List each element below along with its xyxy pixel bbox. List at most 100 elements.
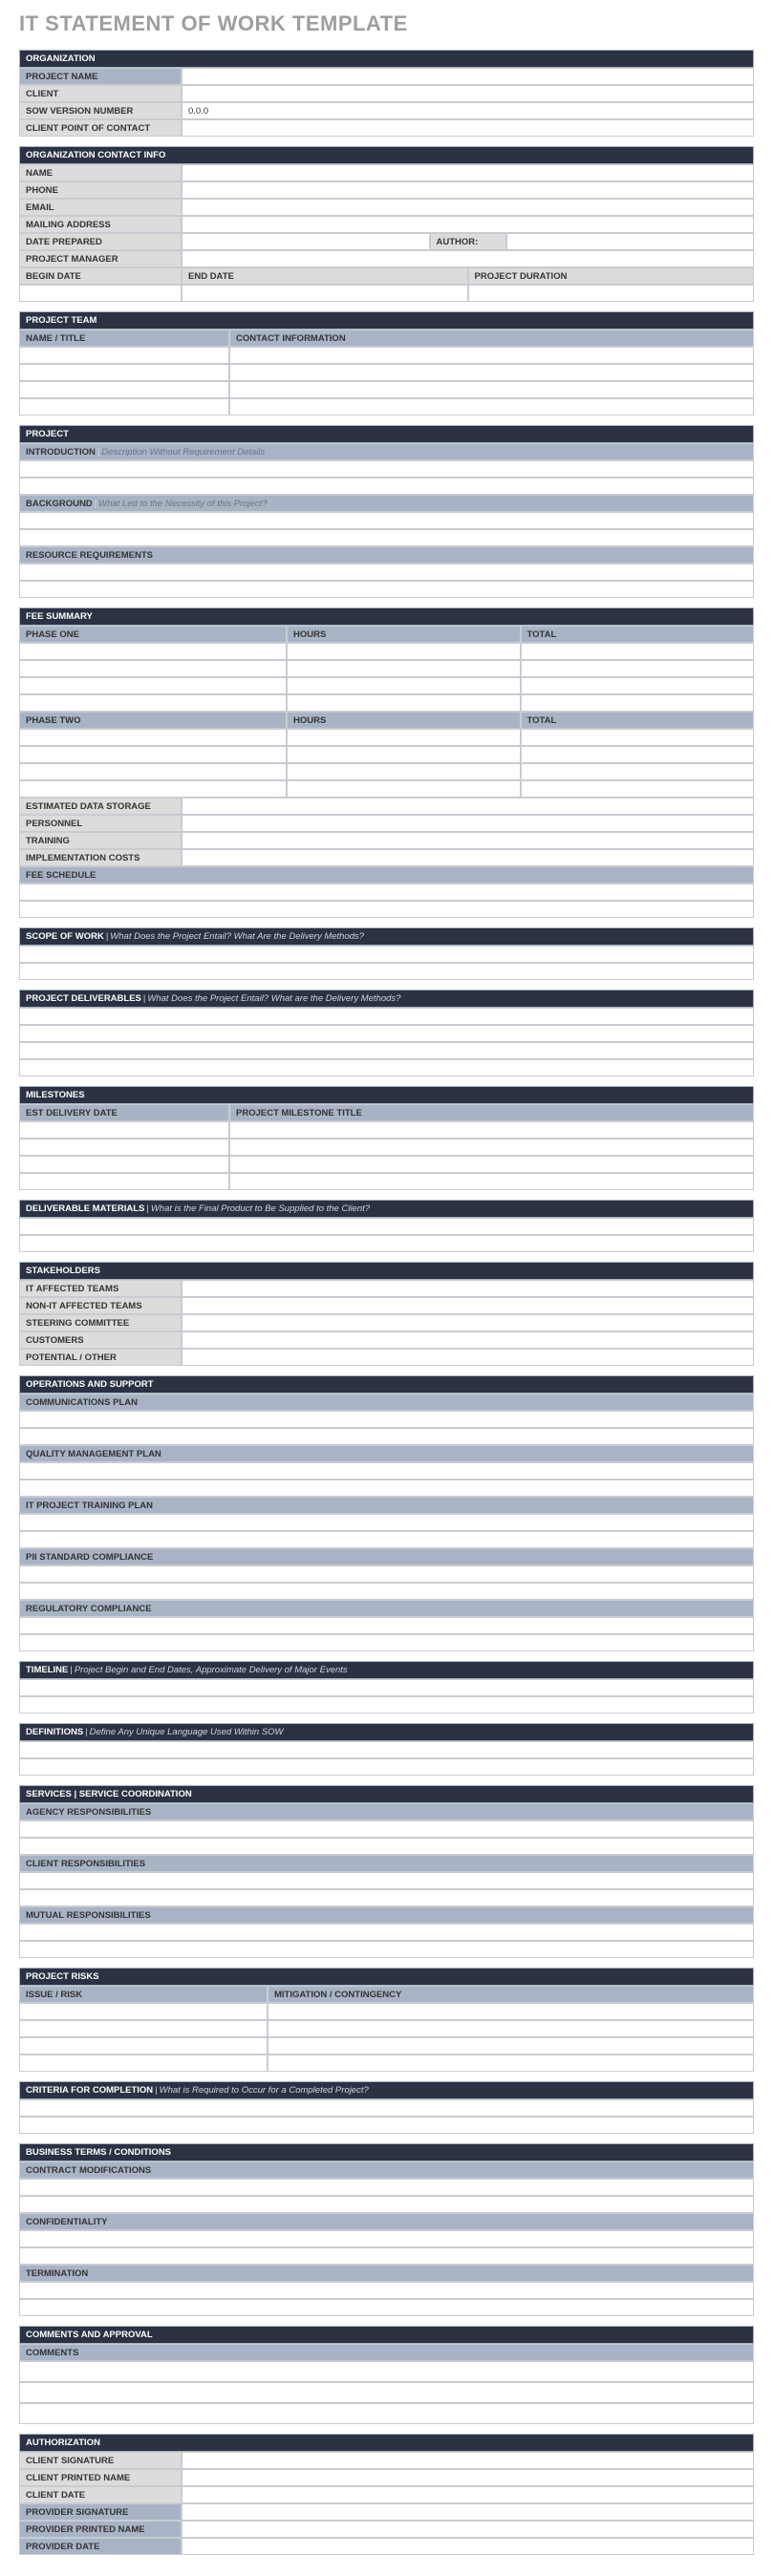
field-definitions[interactable] — [19, 1741, 754, 1758]
field-training[interactable] — [182, 832, 754, 849]
field-storage[interactable] — [182, 798, 754, 815]
table-row[interactable] — [19, 347, 229, 364]
field-timeline[interactable] — [19, 1696, 754, 1714]
table-row[interactable] — [19, 2054, 268, 2072]
field-introduction[interactable] — [19, 460, 754, 478]
field-agency-resp[interactable] — [19, 1820, 754, 1838]
table-row[interactable] — [287, 660, 521, 677]
table-row[interactable] — [521, 729, 755, 746]
table-row[interactable] — [287, 746, 521, 763]
table-row[interactable] — [19, 660, 287, 677]
field-comm-plan[interactable] — [19, 1411, 754, 1428]
field-date-prepared[interactable] — [182, 233, 430, 250]
table-row[interactable] — [19, 2020, 268, 2037]
field-quality-plan[interactable] — [19, 1480, 754, 1497]
field-introduction[interactable] — [19, 478, 754, 495]
table-row[interactable] — [229, 398, 754, 415]
field-deliverables[interactable] — [19, 1025, 754, 1042]
field-comments[interactable] — [19, 2403, 754, 2424]
field-background[interactable] — [19, 512, 754, 529]
field-definitions[interactable] — [19, 1758, 754, 1776]
table-row[interactable] — [268, 2003, 754, 2020]
table-row[interactable] — [521, 677, 755, 694]
field-client-resp[interactable] — [19, 1889, 754, 1906]
field-pm[interactable] — [182, 250, 754, 267]
table-row[interactable] — [229, 1121, 754, 1139]
table-row[interactable] — [19, 1121, 229, 1139]
field-mutual-resp[interactable] — [19, 1941, 754, 1958]
field-termination[interactable] — [19, 2282, 754, 2299]
table-row[interactable] — [229, 381, 754, 398]
table-row[interactable] — [287, 763, 521, 780]
field-reg[interactable] — [19, 1617, 754, 1634]
field-provider-date[interactable] — [182, 2538, 754, 2555]
table-row[interactable] — [19, 381, 229, 398]
field-comm-plan[interactable] — [19, 1428, 754, 1445]
field-reg[interactable] — [19, 1634, 754, 1651]
table-row[interactable] — [19, 2037, 268, 2054]
field-deliv-mat[interactable] — [19, 1235, 754, 1252]
field-confidentiality[interactable] — [19, 2247, 754, 2265]
table-row[interactable] — [287, 643, 521, 660]
table-row[interactable] — [268, 2037, 754, 2054]
field-agency-resp[interactable] — [19, 1838, 754, 1855]
field-deliverables[interactable] — [19, 1008, 754, 1025]
field-confidentiality[interactable] — [19, 2230, 754, 2247]
field-mutual-resp[interactable] — [19, 1924, 754, 1941]
field-project-name[interactable] — [182, 68, 754, 85]
field-it-training-plan[interactable] — [19, 1531, 754, 1548]
field-client-printed[interactable] — [182, 2469, 754, 2486]
table-row[interactable] — [268, 2020, 754, 2037]
field-mailing[interactable] — [182, 216, 754, 233]
table-row[interactable] — [19, 1173, 229, 1190]
field-client-signature[interactable] — [182, 2452, 754, 2469]
table-row[interactable] — [521, 746, 755, 763]
field-comments[interactable] — [19, 2361, 754, 2382]
field-provider-printed[interactable] — [182, 2521, 754, 2538]
field-termination[interactable] — [19, 2299, 754, 2316]
table-row[interactable] — [521, 694, 755, 712]
field-customers[interactable] — [182, 1331, 754, 1349]
table-row[interactable] — [19, 780, 287, 798]
field-steering[interactable] — [182, 1314, 754, 1331]
table-row[interactable] — [19, 398, 229, 415]
field-quality-plan[interactable] — [19, 1462, 754, 1480]
field-sow-version[interactable]: 0.0.0 — [182, 102, 754, 119]
field-deliv-mat[interactable] — [19, 1218, 754, 1235]
field-fee-schedule[interactable] — [19, 901, 754, 918]
field-impl-costs[interactable] — [182, 849, 754, 866]
field-it-training-plan[interactable] — [19, 1514, 754, 1531]
table-row[interactable] — [229, 1156, 754, 1173]
table-row[interactable] — [19, 746, 287, 763]
table-row[interactable] — [287, 780, 521, 798]
table-row[interactable] — [521, 763, 755, 780]
table-row[interactable] — [19, 694, 287, 712]
table-row[interactable] — [19, 364, 229, 381]
field-poc[interactable] — [182, 119, 754, 137]
field-phone[interactable] — [182, 181, 754, 199]
table-row[interactable] — [229, 1173, 754, 1190]
table-row[interactable] — [19, 763, 287, 780]
field-it-teams[interactable] — [182, 1280, 754, 1297]
field-provider-signature[interactable] — [182, 2503, 754, 2521]
field-contract-mod[interactable] — [19, 2179, 754, 2196]
field-duration[interactable] — [468, 285, 755, 302]
field-email[interactable] — [182, 199, 754, 216]
table-row[interactable] — [268, 2054, 754, 2072]
field-client-resp[interactable] — [19, 1872, 754, 1889]
field-name[interactable] — [182, 164, 754, 181]
table-row[interactable] — [521, 643, 755, 660]
field-begin-date[interactable] — [19, 285, 182, 302]
table-row[interactable] — [287, 677, 521, 694]
field-criteria[interactable] — [19, 2117, 754, 2134]
table-row[interactable] — [229, 364, 754, 381]
field-criteria[interactable] — [19, 2099, 754, 2117]
field-nonit-teams[interactable] — [182, 1297, 754, 1314]
field-potential[interactable] — [182, 1349, 754, 1366]
table-row[interactable] — [19, 643, 287, 660]
field-background[interactable] — [19, 529, 754, 546]
table-row[interactable] — [19, 729, 287, 746]
table-row[interactable] — [287, 729, 521, 746]
field-client[interactable] — [182, 85, 754, 102]
table-row[interactable] — [229, 1139, 754, 1156]
